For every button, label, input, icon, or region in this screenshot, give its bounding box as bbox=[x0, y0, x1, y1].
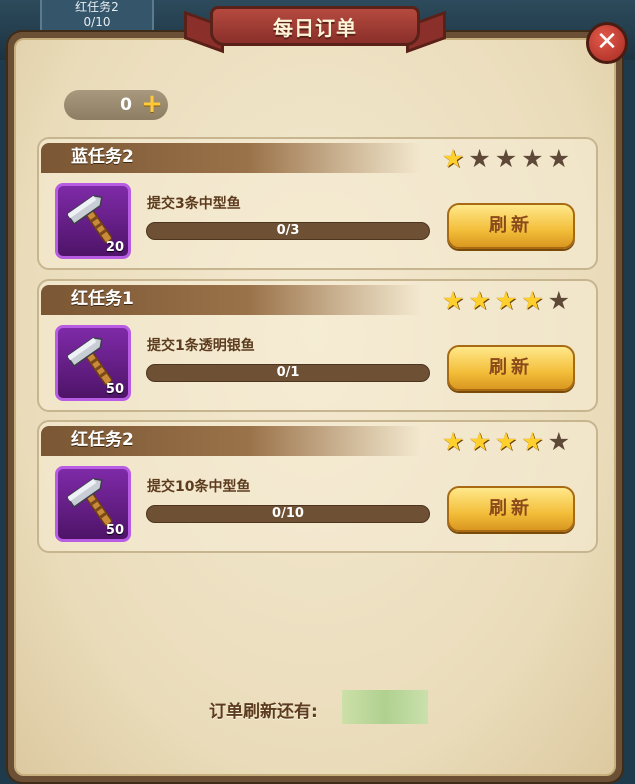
star-icon: ★ bbox=[441, 286, 465, 315]
refresh-button[interactable]: 刷新 bbox=[447, 486, 575, 532]
task-description: 提交1条透明银鱼 bbox=[147, 338, 255, 354]
close-icon: ✕ bbox=[596, 27, 618, 57]
item-count: 50 bbox=[105, 382, 124, 397]
background-task-title: 红任务2 bbox=[75, 0, 119, 14]
task-title: 蓝任务2 bbox=[71, 147, 134, 167]
task-card: 红任务1 ★ ★ ★ ★ ★ 50 提交1条透明银鱼 0/1 刷新 bbox=[37, 279, 598, 412]
star-icon: ★ bbox=[494, 144, 518, 173]
refresh-button[interactable]: 刷新 bbox=[447, 345, 575, 391]
star-icon: ★ bbox=[547, 286, 570, 315]
panel-title: 每日订单 bbox=[273, 16, 357, 40]
task-card: 红任务2 ★ ★ ★ ★ ★ 50 提交10条中型鱼 0/10 刷新 bbox=[37, 420, 598, 553]
reward-item[interactable]: 20 bbox=[55, 183, 131, 259]
progress-text: 0/10 bbox=[272, 506, 304, 521]
star-icon: ★ bbox=[441, 427, 465, 456]
star-icon: ★ bbox=[441, 144, 465, 173]
close-button[interactable]: ✕ bbox=[586, 22, 628, 64]
refresh-timer-label: 订单刷新还有: bbox=[209, 702, 318, 722]
star-icon: ★ bbox=[521, 144, 544, 173]
star-icon: ★ bbox=[494, 286, 518, 315]
plus-icon[interactable]: + bbox=[140, 91, 164, 117]
progress-text: 0/1 bbox=[276, 365, 300, 380]
reward-item[interactable]: 50 bbox=[55, 466, 131, 542]
star-icon: ★ bbox=[521, 427, 544, 456]
task-title: 红任务1 bbox=[71, 289, 134, 309]
task-stars: ★ ★ ★ ★ ★ bbox=[438, 287, 570, 315]
background-task-progress: 0/10 bbox=[83, 15, 111, 29]
star-icon: ★ bbox=[494, 427, 518, 456]
title-banner: 每日订单 bbox=[184, 0, 446, 54]
currency-value: 0 bbox=[120, 95, 132, 115]
star-icon: ★ bbox=[521, 286, 544, 315]
progress-text: 0/3 bbox=[276, 223, 300, 238]
star-icon: ★ bbox=[468, 427, 491, 456]
reward-item[interactable]: 50 bbox=[55, 325, 131, 401]
background-task-tab: 红任务2 0/10 bbox=[40, 0, 154, 36]
item-count: 20 bbox=[105, 240, 124, 255]
task-description: 提交10条中型鱼 bbox=[147, 479, 251, 495]
star-icon: ★ bbox=[547, 144, 570, 173]
item-count: 50 bbox=[105, 523, 124, 538]
task-stars: ★ ★ ★ ★ ★ bbox=[438, 145, 570, 173]
currency-display: 0 + bbox=[64, 90, 168, 120]
task-progress-bar: 0/3 bbox=[146, 222, 430, 240]
task-stars: ★ ★ ★ ★ ★ bbox=[438, 428, 570, 456]
task-description: 提交3条中型鱼 bbox=[147, 196, 241, 212]
task-title: 红任务2 bbox=[71, 430, 134, 450]
star-icon: ★ bbox=[468, 144, 491, 173]
refresh-button[interactable]: 刷新 bbox=[447, 203, 575, 249]
star-icon: ★ bbox=[547, 427, 570, 456]
task-progress-bar: 0/10 bbox=[146, 505, 430, 523]
task-card: 蓝任务2 ★ ★ ★ ★ ★ 20 提交3条中型鱼 0/3 刷新 bbox=[37, 137, 598, 270]
task-progress-bar: 0/1 bbox=[146, 364, 430, 382]
refresh-timer-value bbox=[342, 690, 428, 724]
star-icon: ★ bbox=[468, 286, 491, 315]
